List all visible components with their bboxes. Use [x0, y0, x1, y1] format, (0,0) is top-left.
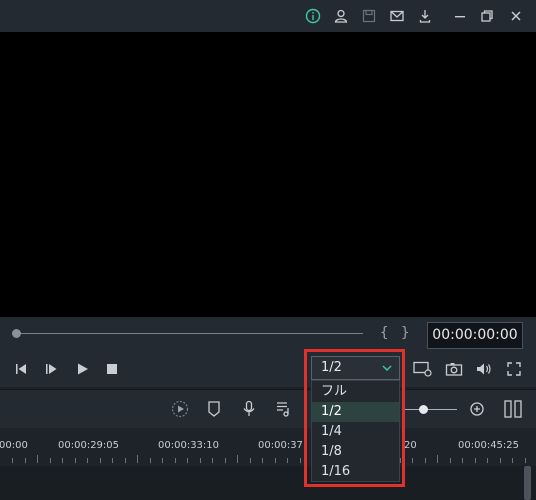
- ruler-tick: [75, 458, 76, 463]
- ruler-tick: [462, 458, 463, 463]
- resolution-option-sixteenth[interactable]: 1/16: [312, 462, 399, 482]
- ruler-tick: [412, 458, 413, 463]
- mail-icon[interactable]: [386, 5, 408, 27]
- info-icon[interactable]: [302, 5, 324, 27]
- ruler-tick: [212, 458, 213, 463]
- stop-icon[interactable]: [102, 359, 122, 379]
- ruler-tick: [125, 458, 126, 463]
- ruler-label: 00:00: [0, 440, 28, 451]
- user-icon[interactable]: [330, 5, 352, 27]
- marker-icon[interactable]: [203, 398, 225, 420]
- vertical-scrollbar[interactable]: [524, 466, 531, 500]
- ruler-tick: [425, 458, 426, 463]
- ruler-label: 00:00:29:05: [58, 440, 120, 451]
- ruler-tick: [237, 455, 238, 463]
- ruler-tick: [287, 458, 288, 463]
- scrub-bar[interactable]: [17, 333, 363, 334]
- ruler-tick: [475, 458, 476, 463]
- mark-out-button[interactable]: }: [401, 325, 409, 341]
- video-preview[interactable]: [0, 32, 536, 317]
- resolution-select[interactable]: 1/2: [311, 356, 400, 380]
- ruler-label: 00:00:37:: [258, 440, 307, 451]
- ruler-tick: [62, 458, 63, 463]
- scrub-handle[interactable]: [12, 329, 21, 338]
- ruler-tick: [275, 458, 276, 463]
- fullscreen-icon[interactable]: [504, 359, 524, 379]
- ruler-tick: [150, 458, 151, 463]
- chevron-down-icon: [381, 362, 393, 374]
- play-icon[interactable]: [72, 359, 92, 379]
- save-icon[interactable]: [358, 5, 380, 27]
- ruler-tick: [137, 455, 138, 463]
- timecode-display: 00:00:00:00: [427, 322, 523, 349]
- ruler-tick: [25, 458, 26, 463]
- ruler-tick: [225, 458, 226, 463]
- resolution-dropdown-list: フル 1/2 1/4 1/8 1/16: [311, 380, 400, 482]
- resolution-option-half[interactable]: 1/2: [312, 402, 399, 422]
- ruler-tick: [487, 458, 488, 463]
- resolution-option-full[interactable]: フル: [312, 382, 399, 402]
- zoom-slider[interactable]: [405, 409, 457, 410]
- resolution-select-value: 1/2: [321, 360, 342, 375]
- ruler-tick: [87, 458, 88, 463]
- resolution-option-quarter[interactable]: 1/4: [312, 422, 399, 442]
- resolution-option-eighth[interactable]: 1/8: [312, 442, 399, 462]
- track-area[interactable]: [0, 466, 536, 500]
- ruler-tick: [525, 458, 526, 463]
- ruler-tick: [162, 458, 163, 463]
- ruler-tick: [200, 458, 201, 463]
- display-settings-icon[interactable]: [413, 359, 433, 379]
- render-preview-icon[interactable]: [169, 398, 191, 420]
- ruler-tick: [100, 458, 101, 463]
- microphone-icon[interactable]: [238, 398, 260, 420]
- volume-icon[interactable]: [474, 359, 494, 379]
- ruler-label: 00:00:33:10: [158, 440, 220, 451]
- zoom-in-icon[interactable]: [466, 398, 488, 420]
- restore-icon[interactable]: [476, 5, 498, 27]
- ruler-tick: [262, 458, 263, 463]
- mark-in-button[interactable]: {: [380, 325, 388, 341]
- ruler-tick: [500, 458, 501, 463]
- ruler-label: 00:00:45:25: [458, 440, 520, 451]
- next-frame-icon[interactable]: [41, 359, 61, 379]
- ruler-tick: [187, 458, 188, 463]
- ruler-label: 20: [404, 440, 417, 451]
- ruler-tick: [112, 458, 113, 463]
- ruler-tick: [250, 458, 251, 463]
- ruler-tick: [12, 458, 13, 463]
- ruler-tick: [450, 458, 451, 463]
- audio-mixer-icon[interactable]: [272, 398, 294, 420]
- zoom-slider-handle[interactable]: [419, 405, 428, 414]
- ruler-tick: [175, 458, 176, 463]
- download-icon[interactable]: [414, 5, 436, 27]
- title-bar: [0, 0, 536, 32]
- ruler-tick: [37, 455, 38, 463]
- pause-columns-icon[interactable]: [502, 398, 524, 420]
- minimize-icon[interactable]: [449, 5, 471, 27]
- ruler-tick: [50, 458, 51, 463]
- snapshot-icon[interactable]: [444, 359, 464, 379]
- ruler-tick: [512, 458, 513, 463]
- prev-frame-icon[interactable]: [11, 359, 31, 379]
- ruler-tick: [437, 455, 438, 463]
- close-icon[interactable]: [505, 5, 527, 27]
- ruler-tick: [300, 458, 301, 463]
